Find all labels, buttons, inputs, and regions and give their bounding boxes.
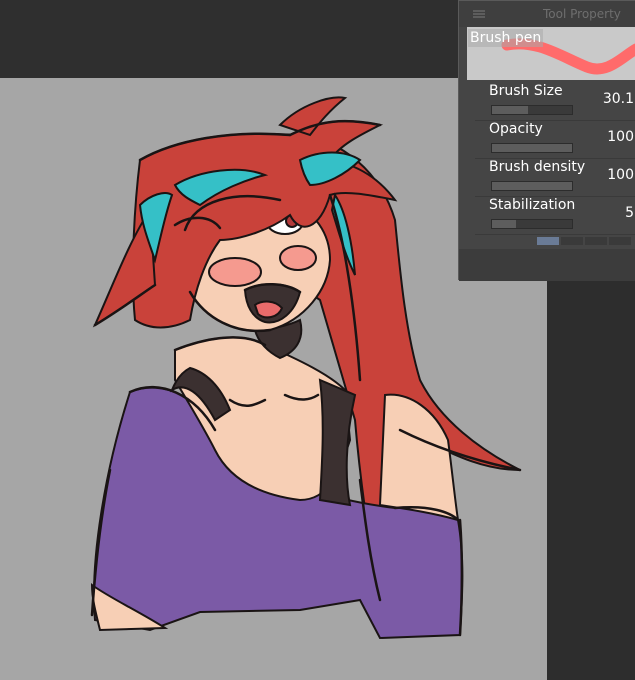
panel-tab[interactable] xyxy=(585,237,607,245)
stabilization-row[interactable]: Stabilization 5 xyxy=(475,197,635,235)
stabilization-slider[interactable] xyxy=(491,219,573,229)
brush-density-row[interactable]: Brush density 100 xyxy=(475,159,635,197)
tool-property-panel[interactable]: Tool Property Brush pen Brush Size 30.1 … xyxy=(458,0,635,281)
panel-tab[interactable] xyxy=(609,237,631,245)
opacity-label: Opacity xyxy=(489,121,543,137)
brush-size-row[interactable]: Brush Size 30.1 xyxy=(475,83,635,121)
panel-tab[interactable] xyxy=(561,237,583,245)
brush-name: Brush pen xyxy=(468,29,544,47)
opacity-row[interactable]: Opacity 100 xyxy=(475,121,635,159)
stabilization-label: Stabilization xyxy=(489,197,576,213)
brush-density-slider[interactable] xyxy=(491,181,573,191)
brush-size-slider[interactable] xyxy=(491,105,573,115)
panel-tab[interactable] xyxy=(537,237,559,245)
brush-preview[interactable]: Brush pen xyxy=(467,27,635,80)
right-shoulder-skin xyxy=(378,393,460,522)
opacity-value[interactable]: 100 xyxy=(607,129,634,145)
panel-title: Tool Property xyxy=(543,7,621,21)
blush-right xyxy=(279,245,317,271)
panel-footer xyxy=(459,249,635,281)
opacity-slider[interactable] xyxy=(491,143,573,153)
brush-density-value[interactable]: 100 xyxy=(607,167,634,183)
panel-titlebar[interactable]: Tool Property xyxy=(459,1,635,27)
brush-density-label: Brush density xyxy=(489,159,586,175)
tongue xyxy=(253,300,284,319)
panel-menu-icon[interactable] xyxy=(473,10,485,18)
blush-left xyxy=(208,257,262,287)
stabilization-value[interactable]: 5 xyxy=(625,205,634,221)
brush-size-label: Brush Size xyxy=(489,83,563,99)
brush-size-value[interactable]: 30.1 xyxy=(603,91,634,107)
panel-tab-strip[interactable] xyxy=(537,237,635,245)
